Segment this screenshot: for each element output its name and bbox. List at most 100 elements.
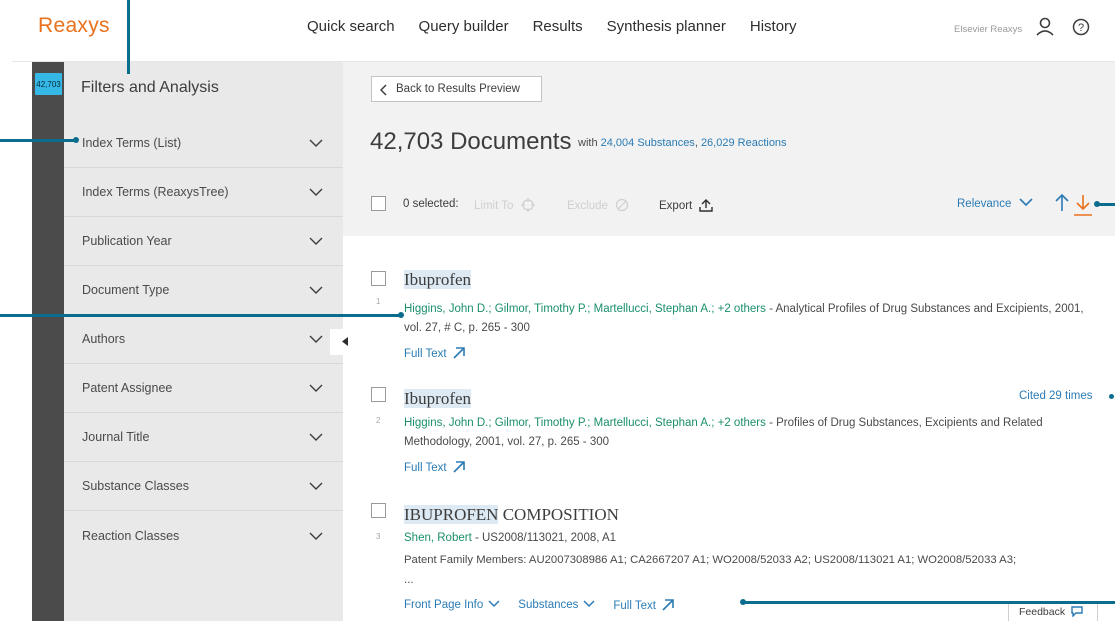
result-title[interactable]: IBUPROFEN COMPOSITION <box>404 505 619 525</box>
result-checkbox[interactable] <box>371 387 386 402</box>
reactions-link[interactable]: 26,029 Reactions <box>701 137 787 149</box>
external-arrow-icon <box>662 599 674 611</box>
nav-history[interactable]: History <box>750 18 797 35</box>
filter-authors[interactable]: Authors <box>64 315 343 364</box>
filters-title: Filters and Analysis <box>81 79 219 96</box>
top-navigation-bar: Reaxys Quick search Query builder Result… <box>12 0 1115 62</box>
front-page-info-label: Front Page Info <box>404 599 484 611</box>
filter-journal-title[interactable]: Journal Title <box>64 413 343 462</box>
feedback-button[interactable]: Feedback <box>1008 601 1098 621</box>
filter-label: Substance Classes <box>82 479 190 493</box>
front-page-info-link[interactable]: Front Page Info <box>404 599 500 612</box>
sort-descending-icon[interactable] <box>1074 194 1092 216</box>
result-number: 3 <box>376 532 381 541</box>
filter-reaction-classes[interactable]: Reaction Classes <box>64 511 343 560</box>
help-icon[interactable]: ? <box>1072 18 1090 36</box>
feedback-label: Feedback <box>1019 606 1066 618</box>
result-checkbox[interactable] <box>371 271 386 286</box>
result-title[interactable]: Ibuprofen <box>404 389 472 409</box>
collapse-panel-button[interactable] <box>330 329 354 355</box>
limit-to-label: Limit To <box>474 200 514 212</box>
nav-synthesis-planner[interactable]: Synthesis planner <box>607 18 726 35</box>
svg-text:?: ? <box>1078 22 1084 34</box>
sort-ascending-icon[interactable] <box>1054 194 1070 212</box>
result-source: - US2008/113021, 2008, A1 <box>471 532 617 544</box>
patent-family-members: Patent Family Members: AU2007308986 A1; … <box>404 554 1017 566</box>
filter-label: Document Type <box>82 283 170 297</box>
title-highlight: Ibuprofen <box>404 389 472 408</box>
nav-query-builder[interactable]: Query builder <box>419 18 509 35</box>
external-arrow-icon <box>453 461 465 473</box>
cited-by-link[interactable]: Cited 29 times <box>1019 390 1093 402</box>
full-text-label: Full Text <box>404 462 447 474</box>
substances-dropdown-link[interactable]: Substances <box>518 599 595 612</box>
filter-index-terms-list[interactable]: Index Terms (List) <box>64 119 343 168</box>
reaxys-logo[interactable]: Reaxys <box>38 14 110 38</box>
filter-index-terms-reaxystree[interactable]: Index Terms (ReaxysTree) <box>64 168 343 217</box>
chevron-down-icon <box>309 482 323 490</box>
nav-results[interactable]: Results <box>533 18 583 35</box>
nav-quick-search[interactable]: Quick search <box>307 18 395 35</box>
result-authors[interactable]: Higgins, John D.; Gilmor, Timothy P.; Ma… <box>404 303 766 315</box>
chevron-down-icon <box>309 384 323 392</box>
chevron-down-icon <box>309 335 323 343</box>
result-title[interactable]: Ibuprofen <box>404 270 472 290</box>
chevron-left-icon <box>380 84 387 96</box>
chevron-down-icon <box>309 237 323 245</box>
document-count: 42,703 Documents <box>370 128 572 155</box>
result-checkbox[interactable] <box>371 503 386 518</box>
full-text-label: Full Text <box>613 600 656 612</box>
account-name[interactable]: Elsevier Reaxys <box>954 24 1022 35</box>
filter-label: Index Terms (ReaxysTree) <box>82 185 229 199</box>
user-icon[interactable] <box>1034 16 1056 38</box>
target-icon <box>520 198 535 212</box>
callout-dot <box>1094 201 1100 207</box>
filter-label: Journal Title <box>82 430 150 444</box>
result-authors[interactable]: Shen, Robert <box>404 532 472 544</box>
filter-patent-assignee[interactable]: Patent Assignee <box>64 364 343 413</box>
limit-to-button[interactable]: Limit To <box>474 198 535 212</box>
block-icon <box>616 198 629 212</box>
chevron-down-icon <box>309 532 323 540</box>
callout-line-filters <box>127 0 130 74</box>
result-citation: Higgins, John D.; Gilmor, Timothy P.; Ma… <box>404 300 1094 338</box>
full-text-link[interactable]: Full Text <box>404 461 465 474</box>
main-nav: Quick search Query builder Results Synth… <box>307 18 797 35</box>
filter-publication-year[interactable]: Publication Year <box>64 217 343 266</box>
result-number: 2 <box>376 416 381 425</box>
result-count-badge[interactable]: 42,703 <box>35 73 62 95</box>
external-arrow-icon <box>453 347 465 359</box>
result-ellipsis: ... <box>404 574 414 586</box>
title-highlight: Ibuprofen <box>404 270 472 289</box>
chat-bubble-icon <box>1071 606 1083 618</box>
result-authors[interactable]: Higgins, John D.; Gilmor, Timothy P.; Ma… <box>404 417 766 429</box>
exclude-button[interactable]: Exclude <box>567 198 629 212</box>
upload-icon <box>699 199 714 212</box>
callout-dot <box>740 599 746 605</box>
chevron-down-icon <box>583 600 595 608</box>
filter-substance-classes[interactable]: Substance Classes <box>64 462 343 511</box>
result-citation: Higgins, John D.; Gilmor, Timothy P.; Ma… <box>404 414 1094 452</box>
result-actions: Front Page Info Substances Full Text <box>404 599 674 612</box>
sort-label: Relevance <box>957 198 1012 210</box>
callout-dot <box>73 137 79 143</box>
export-button[interactable]: Export <box>659 198 714 212</box>
chevron-down-icon <box>309 139 323 147</box>
filter-label: Patent Assignee <box>82 381 173 395</box>
title-highlight: IBUPROFEN <box>404 505 499 524</box>
filter-document-type[interactable]: Document Type <box>64 266 343 315</box>
select-all-checkbox[interactable] <box>371 196 386 211</box>
document-summary: with 24,004 Substances, 26,029 Reactions <box>578 137 787 149</box>
result-number: 1 <box>376 297 381 306</box>
selected-count: 0 selected: <box>403 198 459 210</box>
left-rail <box>32 62 64 621</box>
full-text-link[interactable]: Full Text <box>404 347 465 360</box>
full-text-link[interactable]: Full Text <box>613 599 674 612</box>
substances-link[interactable]: 24,004 Substances <box>601 137 695 149</box>
chevron-down-icon <box>488 600 500 608</box>
filter-label: Authors <box>82 332 126 346</box>
sort-dropdown[interactable]: Relevance <box>957 198 1033 210</box>
back-to-results-preview-button[interactable]: Back to Results Preview <box>371 76 542 102</box>
caret-left-icon <box>342 337 348 346</box>
filter-label: Reaction Classes <box>82 528 180 543</box>
